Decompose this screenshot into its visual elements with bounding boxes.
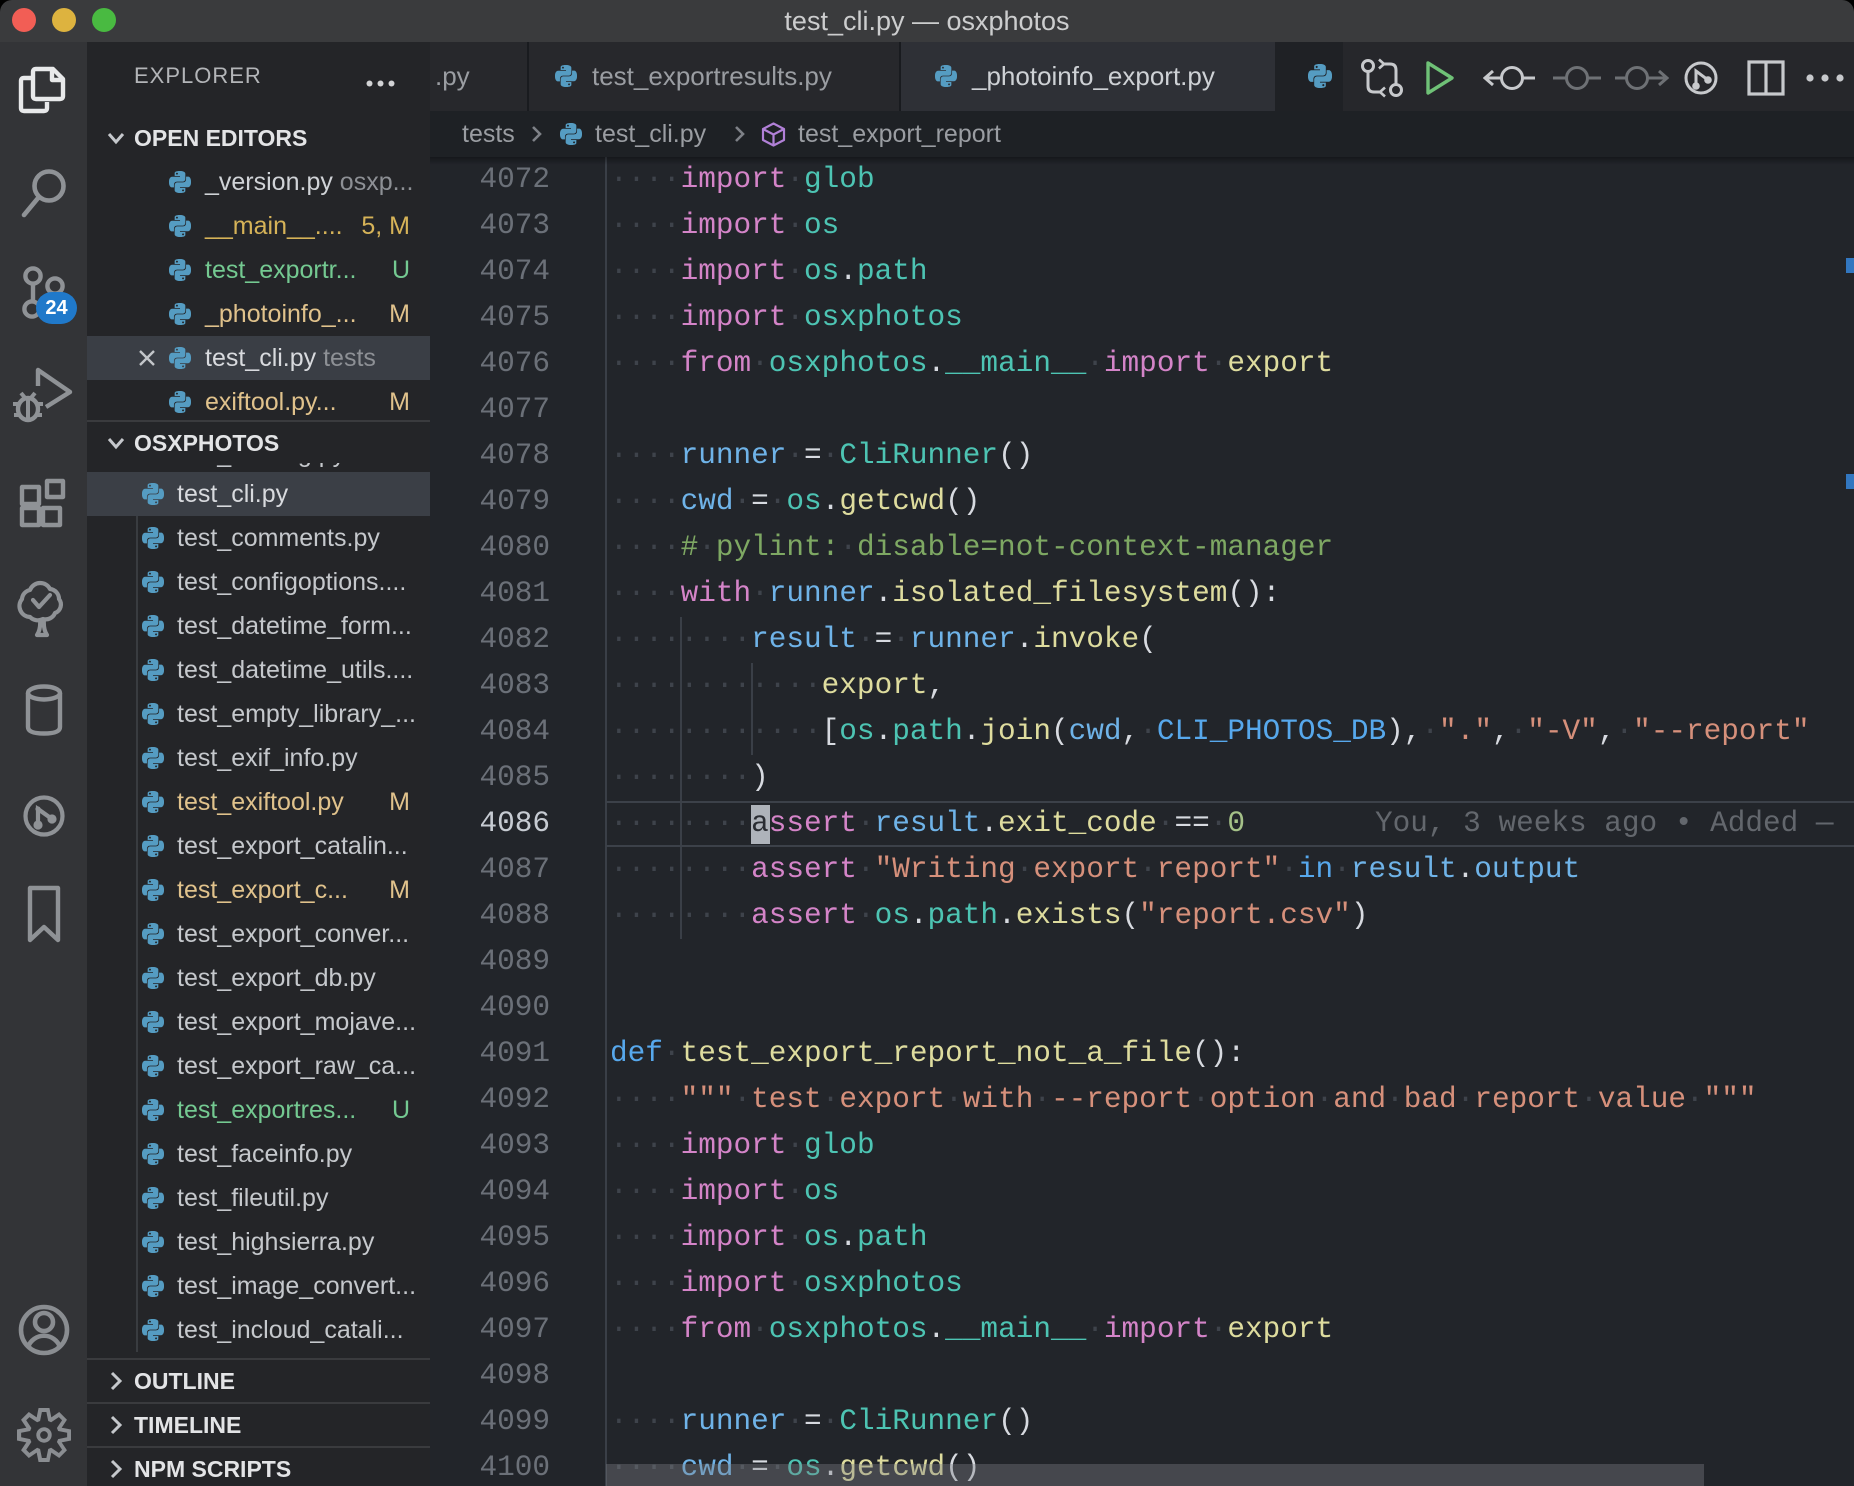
svg-text:24: 24 [45,297,68,319]
